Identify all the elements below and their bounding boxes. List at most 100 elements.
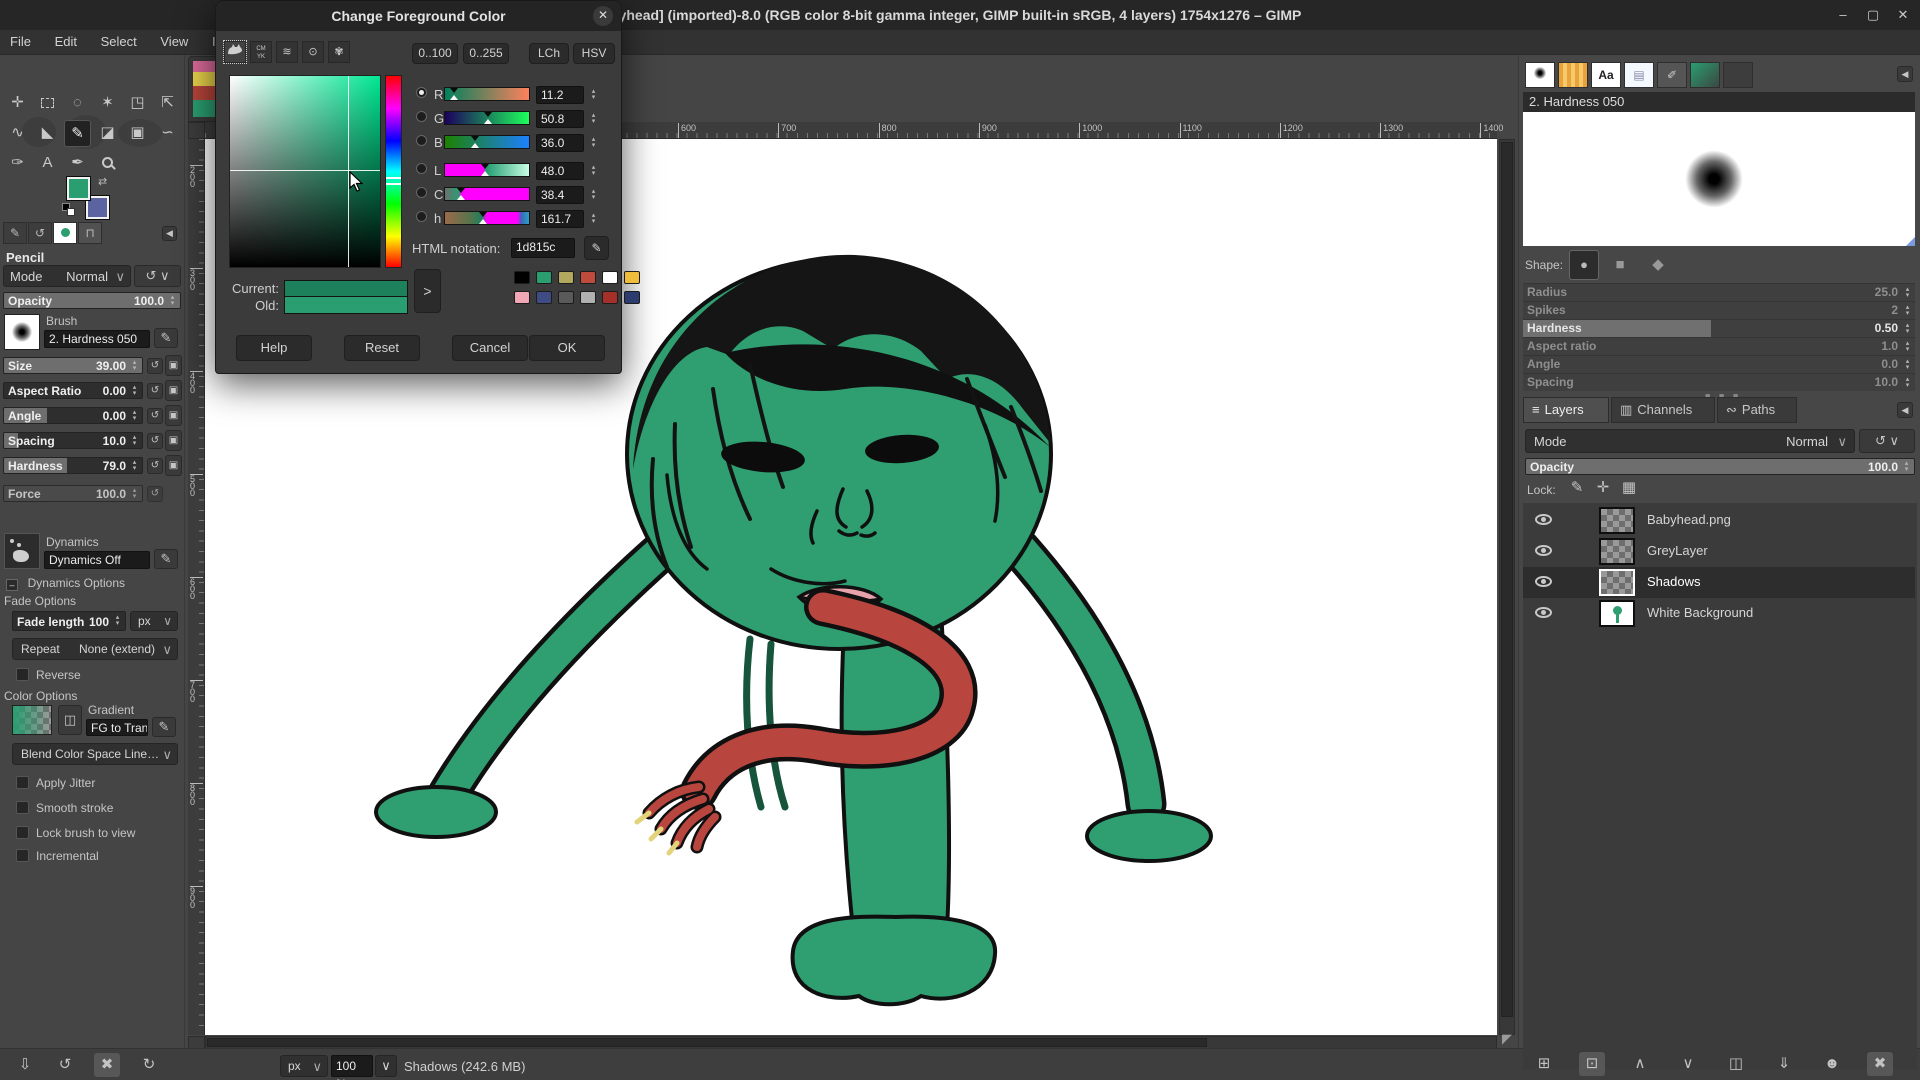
radius-slider[interactable]: Radius25.0▴▾ [1523,283,1915,301]
layer-mode-reset-button[interactable]: ↺ ∨ [1859,429,1915,453]
brush-thumbnail[interactable] [4,314,40,350]
channel-b-field[interactable]: 36.0 [536,134,584,152]
tab-brushes[interactable] [1525,62,1555,88]
tab-tool-presets[interactable]: ✐ [1657,62,1687,88]
maximize-button[interactable]: ▢ [1858,0,1888,30]
opacity-slider[interactable]: Opacity 100.0 ▴▾ [3,292,181,309]
channel-g-field[interactable]: 50.8 [536,110,584,128]
reverse-checkbox[interactable]: Reverse [16,667,81,682]
incremental-checkbox[interactable]: Incremental [16,848,99,863]
channel-r-field[interactable]: 11.2 [536,86,584,104]
delete-layer-button[interactable]: ✖ [1867,1052,1893,1076]
layer-mode-dropdown[interactable]: Mode Normal ∨ [1525,429,1855,453]
channel-l-field[interactable]: 48.0 [536,162,584,180]
radio-h[interactable] [416,211,427,222]
aspect-ratio-slider[interactable]: Aspect Ratio0.00▴▾ [3,382,143,399]
pick-color-button[interactable]: ✎ [584,236,609,260]
watercolor-selector-tab[interactable]: ≋ [276,41,298,63]
fade-unit-dropdown[interactable]: px ∨ [130,611,178,631]
fade-spinner[interactable]: ▴▾ [111,612,124,630]
tool-ink[interactable]: ✒ [64,150,91,177]
hue-strip[interactable] [385,75,402,268]
wheel-selector-tab[interactable]: ⊙ [302,41,324,63]
visibility-eye-icon[interactable] [1535,607,1552,618]
brush-aspect-spinner[interactable]: ▴▾ [1901,338,1914,355]
shape-square-button[interactable]: ■ [1607,253,1633,277]
tool-rectangle-select[interactable] [34,90,61,117]
channel-c-field[interactable]: 38.4 [536,186,584,204]
hsv-button[interactable]: HSV [573,43,615,64]
channel-g-spinner[interactable]: ▴▾ [587,110,600,127]
tool-crop[interactable]: ◳ [124,90,151,117]
gimp-selector-tab[interactable] [224,41,246,63]
zoom-field[interactable]: 100 % [331,1055,373,1077]
toolbox-menu-button[interactable]: ◀ [162,226,177,241]
opacity-spinner[interactable]: ▴▾ [166,293,179,308]
duplicate-layer-button[interactable]: ◫ [1723,1052,1749,1076]
zoom-dropdown-button[interactable]: ∨ [375,1055,397,1077]
lock-brush-checkbox[interactable]: Lock brush to view [16,825,135,840]
brush-angle-spinner[interactable]: ▴▾ [1901,356,1914,373]
tab-tool-options[interactable]: ✎ [3,222,27,244]
tab-layers[interactable]: ≡Layers [1523,397,1609,423]
tool-bucket-fill[interactable]: ◣ [34,120,61,147]
smooth-stroke-checkbox[interactable]: Smooth stroke [16,800,113,815]
gradient-field[interactable]: FG to Trans [86,719,148,736]
channel-b-spinner[interactable]: ▴▾ [587,134,600,151]
channel-r-spinner[interactable]: ▴▾ [587,86,600,103]
history-swatch[interactable] [624,291,640,304]
size-link-button[interactable]: ▣ [165,355,182,376]
apply-jitter-checkbox[interactable]: Apply Jitter [16,775,95,790]
tool-clone[interactable]: ▣ [124,120,151,147]
unit-dropdown[interactable]: px ∨ [280,1055,328,1077]
force-reset-button[interactable]: ↺ [147,486,163,502]
gradient-thumbnail[interactable] [12,705,52,735]
angle-link-button[interactable]: ▣ [165,405,182,426]
mode-reset-button[interactable]: ↺ ∨ [134,265,181,287]
tool-free-select[interactable]: ◌ [64,90,91,117]
tab-device-status[interactable]: ⊓ [78,222,102,244]
hardness-link-button[interactable]: ▣ [165,455,182,476]
aspect-link-button[interactable]: ▣ [165,380,182,401]
visibility-eye-icon[interactable] [1535,514,1552,525]
history-swatch[interactable] [580,271,596,284]
reset-tool-options-button[interactable]: ↻ [136,1053,162,1077]
menu-select[interactable]: Select [91,30,147,53]
help-button[interactable]: Help [236,335,312,361]
size-slider[interactable]: Size39.00▴▾ [3,357,143,374]
lock-pixels-button[interactable]: ✎ [1565,477,1589,499]
lower-layer-button[interactable]: ∨ [1675,1052,1701,1076]
default-colors-white-icon[interactable] [67,208,75,216]
tool-fuzzy-select[interactable]: ✶ [94,90,121,117]
dialog-close-button[interactable]: ✕ [593,6,613,26]
layer-row-babyhead[interactable]: Babyhead.png [1523,505,1915,536]
channel-h-spinner[interactable]: ▴▾ [587,210,600,227]
history-swatch[interactable] [602,291,618,304]
radio-r[interactable] [416,87,427,98]
tool-zoom[interactable] [94,150,121,177]
resize-grip-icon[interactable] [1906,237,1915,246]
flip-gradient-button[interactable]: ◫ [58,705,82,735]
tab-fonts[interactable]: Aa [1591,62,1621,88]
tool-eraser[interactable]: ◪ [94,120,121,147]
spacing-slider[interactable]: Spacing10.0▴▾ [3,432,143,449]
force-slider[interactable]: Force100.0▴▾ [3,485,143,502]
v-ruler[interactable]: 2 0 03 0 04 0 05 0 06 0 07 0 08 0 09 0 0 [188,139,205,1035]
dynamics-thumbnail[interactable] [4,533,40,569]
spacing-link-button[interactable]: ▣ [165,430,182,451]
channel-h-field[interactable]: 161.7 [536,210,584,228]
shape-circle-button[interactable]: ● [1569,250,1599,280]
v-scrollbar-thumb[interactable] [1501,142,1513,1017]
dialog-titlebar[interactable]: Change Foreground Color [216,1,621,31]
tool-move[interactable]: ✛ [4,90,31,117]
tab-channels[interactable]: ▥Channels [1611,397,1715,423]
tool-paths[interactable]: ✑ [4,150,31,177]
edit-dynamics-button[interactable]: ✎ [154,549,178,569]
channel-h-slider[interactable] [444,211,530,225]
channel-b-slider[interactable] [444,135,530,149]
repeat-dropdown[interactable]: Repeat None (extend) ∨ [12,638,178,660]
channel-l-spinner[interactable]: ▴▾ [587,162,600,179]
force-spinner[interactable]: ▴▾ [128,486,141,501]
radio-g[interactable] [416,111,427,122]
reset-button[interactable]: Reset [344,335,420,361]
